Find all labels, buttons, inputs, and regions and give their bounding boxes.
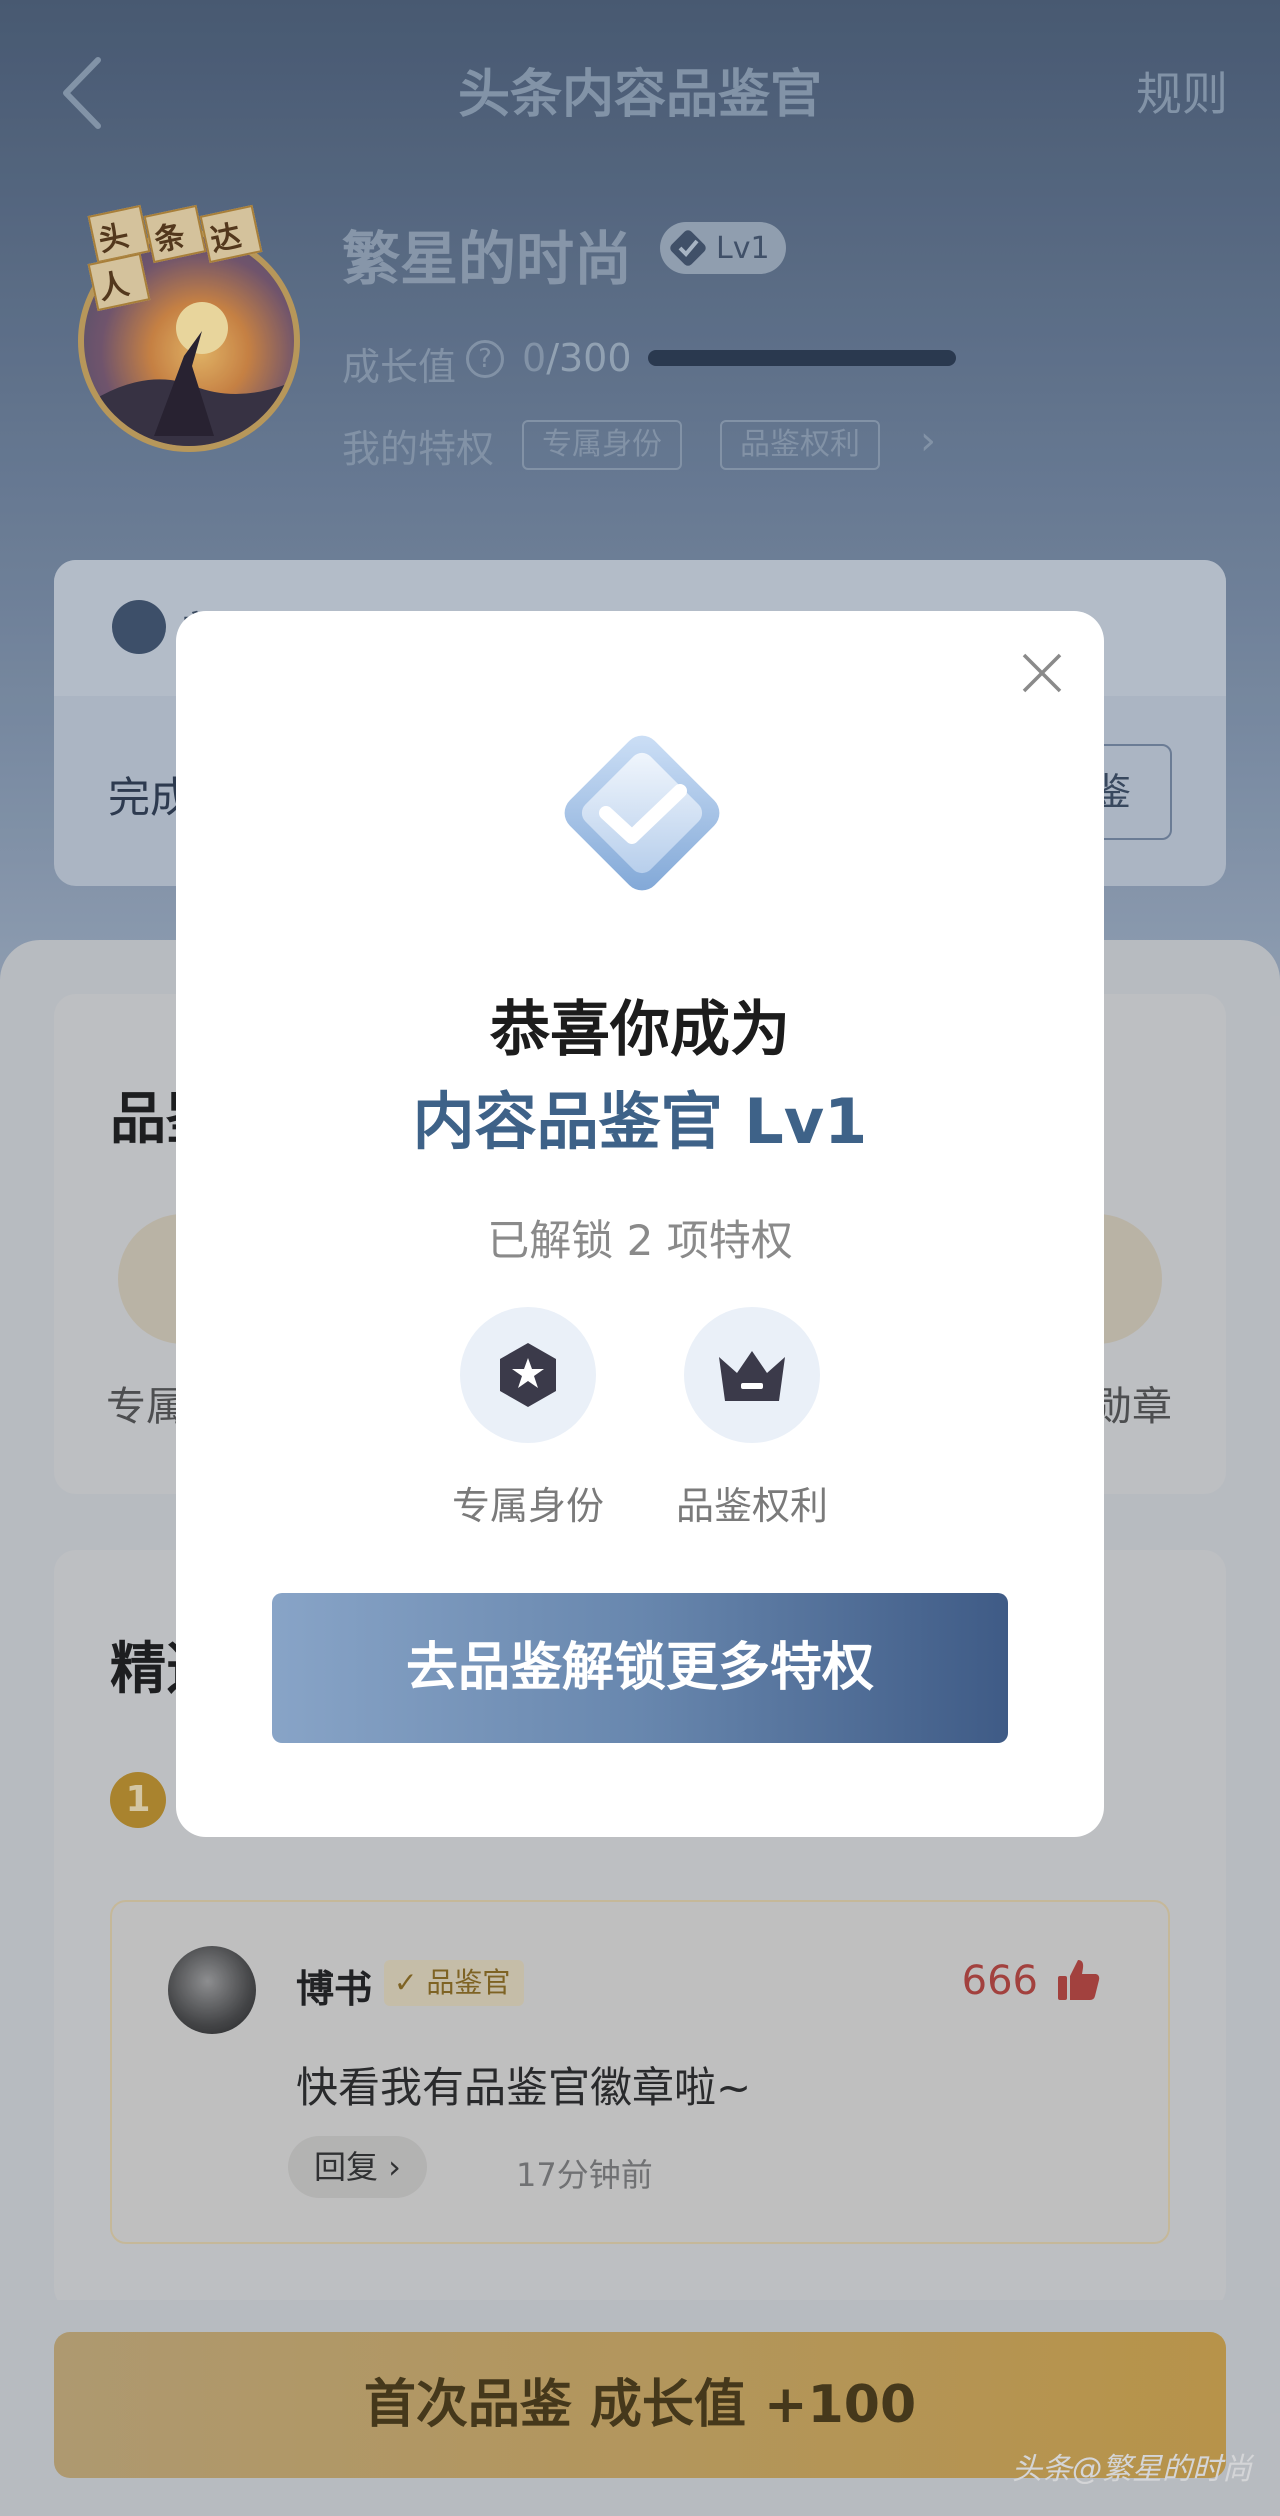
privilege-item-identity: 专属身份 [428, 1307, 628, 1530]
close-icon[interactable] [1018, 649, 1066, 697]
privilege-name: 专属身份 [451, 1484, 604, 1528]
rank-title: 内容品鉴官 Lv1 [412, 1085, 868, 1158]
privilege-icon-circle [460, 1307, 596, 1443]
unlock-more-button[interactable]: 去品鉴解锁更多特权 [272, 1593, 1008, 1743]
privilege-item-rights: 品鉴权利 [652, 1307, 852, 1530]
congrats-text: 恭喜你成为 [490, 995, 790, 1065]
star-hexagon-icon [500, 1343, 556, 1407]
crown-icon [719, 1351, 785, 1401]
congrats-modal: 恭喜你成为 内容品鉴官 Lv1 已解锁 2 项特权 专属身份 品鉴权利 去品鉴解… [176, 611, 1104, 1837]
verified-diamond-icon [564, 735, 720, 891]
privilege-name: 品鉴权利 [675, 1484, 828, 1528]
privilege-icon-circle [684, 1307, 820, 1443]
unlock-text: 已解锁 2 项特权 [487, 1216, 793, 1265]
